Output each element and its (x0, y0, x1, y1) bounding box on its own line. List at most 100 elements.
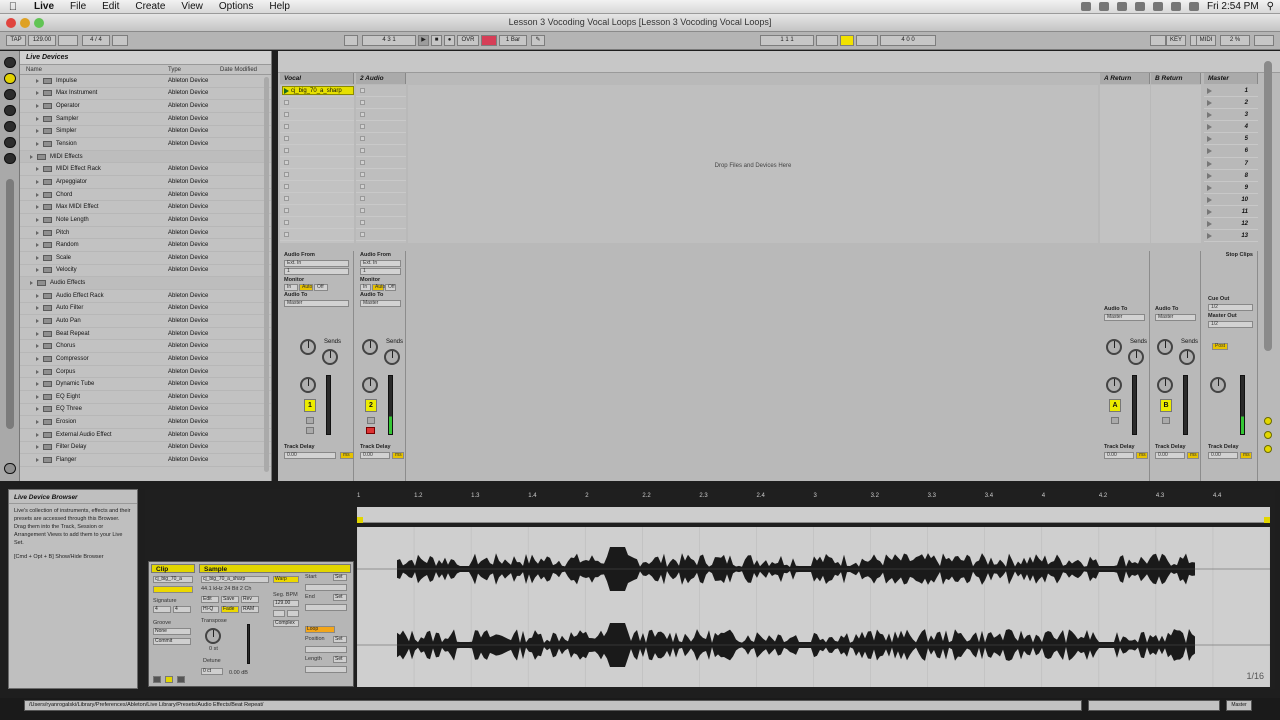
clip-slot[interactable] (280, 97, 354, 109)
loop-start-marker[interactable] (357, 517, 363, 523)
audio-to-select[interactable]: Master (360, 300, 401, 307)
browser-folder[interactable]: Audio Effects (20, 277, 271, 290)
commit-button[interactable]: Commit (153, 638, 191, 645)
disclosure-triangle-icon[interactable] (36, 268, 39, 273)
browser-row[interactable]: Sampler Ableton Device (20, 113, 271, 126)
wifi-icon[interactable] (1152, 2, 1163, 11)
scene-launch-button[interactable]: 12 (1204, 218, 1258, 231)
browser-row[interactable]: Scale Ableton Device (20, 252, 271, 265)
scene-launch-button[interactable]: 8 (1204, 170, 1258, 182)
scene-launch-button[interactable]: 2 (1204, 97, 1258, 110)
pan-knob[interactable] (362, 377, 378, 393)
track-title-vocal[interactable]: Vocal (280, 73, 354, 84)
slot-stop-icon[interactable] (360, 100, 365, 105)
column-date[interactable]: Date Modified (220, 65, 257, 74)
close-icon[interactable] (6, 18, 16, 28)
browser-row[interactable]: Audio Effect Rack Ableton Device (20, 290, 271, 303)
signature-denominator[interactable]: 4 (173, 606, 191, 613)
browser-row[interactable]: Random Ableton Device (20, 239, 271, 252)
scene-launch-button[interactable]: 7 (1204, 158, 1258, 170)
browser-row[interactable]: Impulse Ableton Device (20, 75, 271, 88)
loop-brace[interactable] (357, 507, 1270, 523)
view-indicator[interactable] (1264, 417, 1272, 425)
disclosure-triangle-icon[interactable] (36, 243, 39, 248)
monitor-in-button[interactable]: In (284, 284, 298, 291)
send-b-knob[interactable] (384, 349, 400, 365)
help-icon[interactable] (4, 153, 16, 164)
disclosure-triangle-icon[interactable] (30, 154, 33, 159)
battery-icon[interactable] (1188, 2, 1199, 11)
track-delay-field[interactable]: 0.00 (284, 452, 336, 459)
browser-row[interactable]: Beat Repeat Ableton Device (20, 328, 271, 341)
master-pan-knob[interactable] (1210, 377, 1226, 393)
slot-stop-icon[interactable] (284, 232, 289, 237)
view-indicator[interactable] (1264, 431, 1272, 439)
disclosure-triangle-icon[interactable] (36, 217, 39, 222)
gain-slider[interactable] (247, 624, 250, 664)
apple-icon[interactable]:  (0, 1, 26, 13)
master-out-select[interactable]: 1/2 (1208, 321, 1253, 328)
browser-row[interactable]: Flanger Ableton Device (20, 454, 271, 467)
stop-clips-button[interactable]: Stop Clips (1204, 251, 1257, 259)
browser-row[interactable]: Arpeggiator Ableton Device (20, 176, 271, 189)
clip-slot[interactable] (356, 109, 406, 121)
clip-slot[interactable] (356, 97, 406, 109)
monitor-off-button[interactable]: Off (314, 284, 328, 291)
slot-stop-icon[interactable] (360, 112, 365, 117)
scene-launch-icon[interactable] (1207, 208, 1212, 215)
slot-stop-icon[interactable] (360, 196, 365, 201)
clip-slot[interactable] (356, 193, 406, 205)
menu-view[interactable]: View (173, 1, 211, 12)
menu-options[interactable]: Options (211, 1, 261, 12)
track-delay-field[interactable]: 0.00 (1155, 452, 1185, 459)
clip-slot[interactable] (356, 181, 406, 193)
clip-box-toggle[interactable] (153, 676, 161, 683)
solo-button[interactable] (1111, 417, 1119, 424)
audio-from-select[interactable]: Ext. In (360, 260, 401, 267)
clip-name-field[interactable]: cj_big_70_a (153, 576, 193, 583)
scene-launch-button[interactable]: 11 (1204, 206, 1258, 219)
hiq-button[interactable]: Hi-Q (201, 606, 219, 613)
menu-file[interactable]: File (62, 1, 94, 12)
scene-launch-icon[interactable] (1207, 136, 1212, 143)
clip-slot[interactable] (356, 169, 406, 181)
track-delay-ms[interactable]: ms (340, 452, 354, 459)
sample-waveform[interactable]: 1/16 (356, 527, 1271, 687)
track-activator-a[interactable]: A (1109, 399, 1121, 412)
midi-map-button[interactable]: MIDI (1196, 35, 1216, 46)
loop-button[interactable]: Loop (305, 626, 335, 633)
send-a-knob[interactable] (362, 339, 378, 355)
arm-button[interactable] (306, 427, 314, 434)
browser-row[interactable]: Chorus Ableton Device (20, 340, 271, 354)
track-delay-field[interactable]: 0.00 (1208, 452, 1238, 459)
slot-stop-icon[interactable] (360, 160, 365, 165)
clip-slot[interactable] (356, 217, 406, 229)
scene-launch-button[interactable]: 5 (1204, 133, 1258, 146)
disclosure-triangle-icon[interactable] (36, 192, 39, 197)
time-signature-field[interactable]: 4 / 4 (82, 35, 110, 46)
browser-row[interactable]: Simpler Ableton Device (20, 126, 271, 139)
monitor-auto-button[interactable]: Auto (299, 284, 313, 291)
disclosure-triangle-icon[interactable] (36, 318, 39, 323)
clip-slot[interactable] (356, 229, 406, 241)
scene-launch-button[interactable]: 10 (1204, 194, 1258, 206)
clip-slot[interactable] (280, 169, 354, 181)
browser-folder[interactable]: MIDI Effects (20, 150, 271, 164)
browser-row[interactable]: EQ Eight Ableton Device (20, 391, 271, 404)
tap-button[interactable]: TAP (6, 35, 26, 46)
save-button[interactable]: Save (221, 596, 239, 603)
pan-knob[interactable] (1106, 377, 1122, 393)
browser-row[interactable]: Operator Ableton Device (20, 100, 271, 113)
browser-row[interactable]: Filter Delay Ableton Device (20, 442, 271, 455)
browser-row[interactable]: Compressor Ableton Device (20, 353, 271, 366)
slot-stop-icon[interactable] (360, 184, 365, 189)
slot-stop-icon[interactable] (284, 136, 289, 141)
clip-slot[interactable] (356, 133, 406, 145)
track-title-audio2[interactable]: 2 Audio (356, 73, 406, 84)
slot-stop-icon[interactable] (360, 136, 365, 141)
slot-stop-icon[interactable] (284, 148, 289, 153)
signature-numerator[interactable]: 4 (153, 606, 171, 613)
browser-row[interactable]: External Audio Effect Ableton Device (20, 429, 271, 442)
audio-to-select[interactable]: Master (284, 300, 349, 307)
track-activator-2[interactable]: 2 (365, 399, 377, 412)
